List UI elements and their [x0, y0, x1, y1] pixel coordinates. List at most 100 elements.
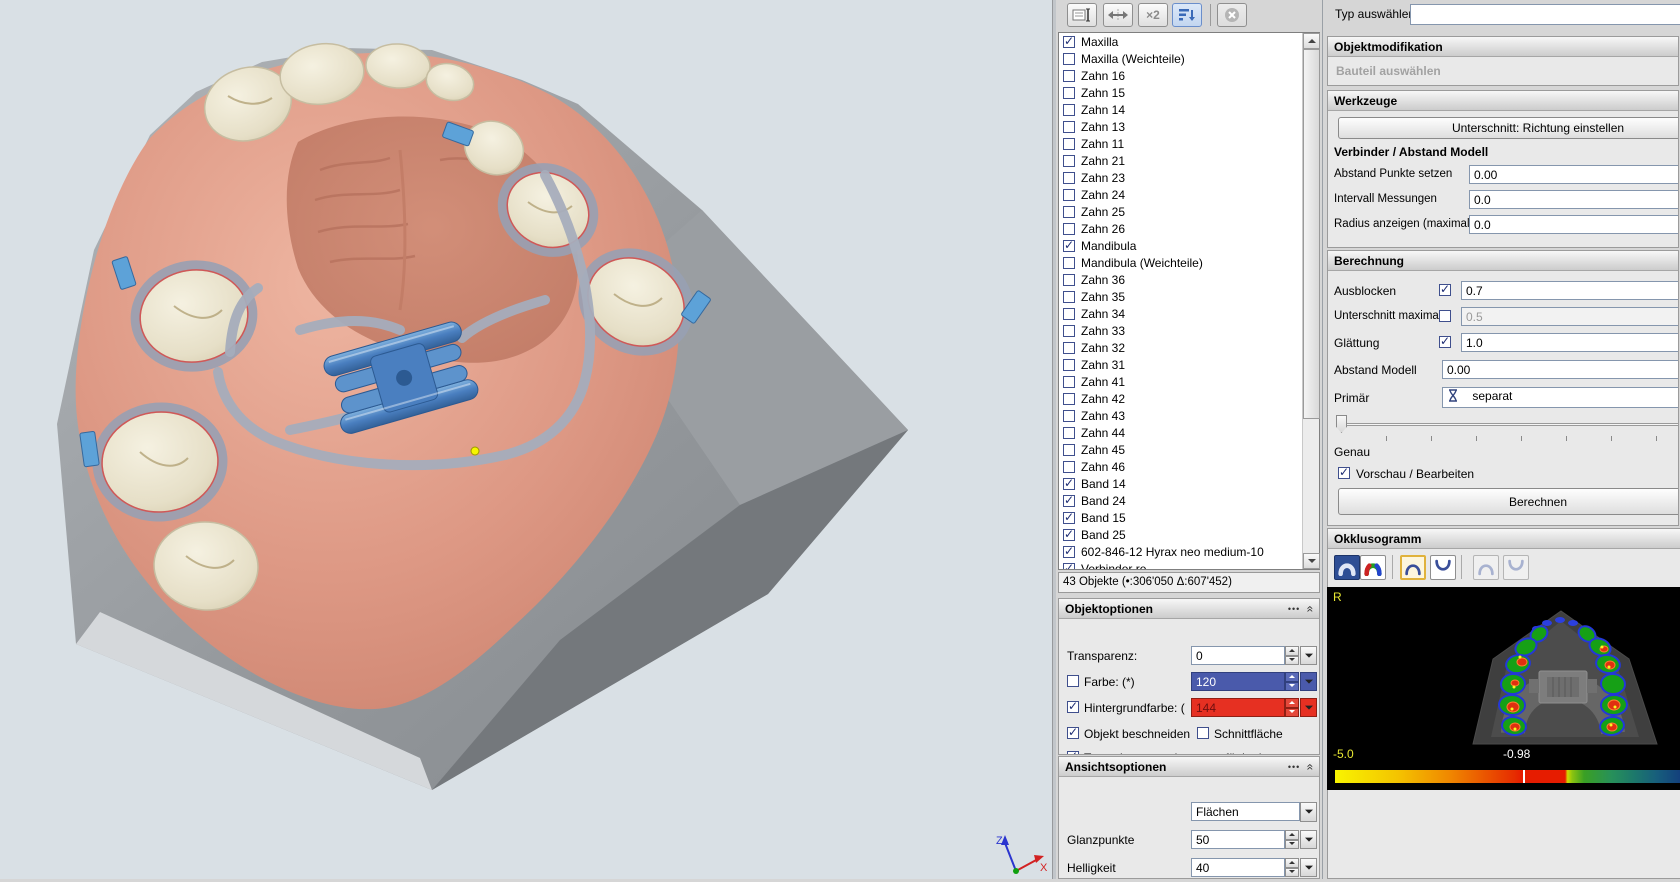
item-checkbox[interactable]: [1063, 104, 1075, 116]
helligkeit-dropdown[interactable]: [1300, 858, 1317, 877]
textur-checkbox[interactable]: [1067, 751, 1079, 755]
item-checkbox[interactable]: [1063, 529, 1075, 541]
hintergrundfarbe-spinner[interactable]: [1285, 698, 1299, 717]
hintergrundfarbe-checkbox[interactable]: [1067, 701, 1079, 713]
item-checkbox[interactable]: [1063, 53, 1075, 65]
item-checkbox[interactable]: [1063, 121, 1075, 133]
intervall-input[interactable]: [1469, 190, 1679, 209]
werkzeuge-header[interactable]: Werkzeuge: [1328, 91, 1678, 111]
berechnen-button[interactable]: Berechnen: [1338, 488, 1679, 515]
item-checkbox[interactable]: [1063, 512, 1075, 524]
collapse-icon[interactable]: «: [1304, 606, 1318, 613]
object-list[interactable]: MaxillaMaxilla (Weichteile)Zahn 16Zahn 1…: [1059, 33, 1302, 569]
list-item[interactable]: Mandibula (Weichteile): [1059, 254, 1302, 271]
panel-menu-icon[interactable]: •••: [1288, 762, 1300, 772]
transparenz-spinner[interactable]: [1285, 646, 1299, 665]
item-checkbox[interactable]: [1063, 189, 1075, 201]
hintergrundfarbe-input[interactable]: [1191, 698, 1285, 717]
darstellung-dropdown[interactable]: [1300, 802, 1317, 822]
list-item[interactable]: Zahn 14: [1059, 101, 1302, 118]
3d-viewport[interactable]: Z X: [0, 0, 1052, 879]
darstellung-select[interactable]: [1191, 802, 1300, 821]
list-item[interactable]: Zahn 15: [1059, 84, 1302, 101]
list-item[interactable]: Band 25: [1059, 526, 1302, 543]
item-checkbox[interactable]: [1063, 376, 1075, 388]
typ-input[interactable]: [1410, 4, 1680, 25]
list-item[interactable]: Zahn 43: [1059, 407, 1302, 424]
unterschnitt-maximal-checkbox[interactable]: [1439, 310, 1451, 322]
sort-button[interactable]: [1172, 3, 1202, 27]
arch-mandibula-outline-button[interactable]: [1430, 555, 1456, 580]
vorschau-checkbox[interactable]: [1338, 467, 1350, 479]
schnittflaeche-checkbox[interactable]: [1197, 727, 1209, 739]
mirror-button[interactable]: [1103, 3, 1133, 27]
ansichtsoptionen-header[interactable]: Ansichtsoptionen •••«: [1059, 757, 1319, 777]
list-item[interactable]: Zahn 11: [1059, 135, 1302, 152]
list-item[interactable]: Maxilla: [1059, 33, 1302, 50]
primaer-select[interactable]: separat: [1442, 387, 1679, 408]
item-checkbox[interactable]: [1063, 563, 1075, 570]
item-checkbox[interactable]: [1063, 223, 1075, 235]
scroll-down-button[interactable]: [1303, 553, 1320, 569]
item-checkbox[interactable]: [1063, 291, 1075, 303]
list-item[interactable]: Zahn 24: [1059, 186, 1302, 203]
list-item[interactable]: Zahn 26: [1059, 220, 1302, 237]
list-item[interactable]: Verbinder re: [1059, 560, 1302, 569]
panel-menu-icon[interactable]: •••: [1288, 604, 1300, 614]
glanzpunkte-input[interactable]: [1191, 830, 1285, 849]
list-item[interactable]: Zahn 44: [1059, 424, 1302, 441]
glaettung-input[interactable]: [1461, 333, 1679, 352]
helligkeit-input[interactable]: [1191, 858, 1285, 877]
item-checkbox[interactable]: [1063, 393, 1075, 405]
list-item[interactable]: Zahn 41: [1059, 373, 1302, 390]
list-item[interactable]: Band 15: [1059, 509, 1302, 526]
transparenz-input[interactable]: [1191, 646, 1285, 665]
list-scrollbar[interactable]: [1302, 33, 1319, 569]
x2-button[interactable]: ×2: [1138, 3, 1168, 27]
okklusogramm-header[interactable]: Okklusogramm: [1328, 529, 1680, 549]
list-item[interactable]: Zahn 33: [1059, 322, 1302, 339]
glaettung-checkbox[interactable]: [1439, 336, 1451, 348]
item-checkbox[interactable]: [1063, 444, 1075, 456]
item-checkbox[interactable]: [1063, 240, 1075, 252]
item-checkbox[interactable]: [1063, 138, 1075, 150]
list-item[interactable]: Zahn 36: [1059, 271, 1302, 288]
close-button[interactable]: [1217, 3, 1247, 27]
item-checkbox[interactable]: [1063, 36, 1075, 48]
item-checkbox[interactable]: [1063, 342, 1075, 354]
objektoptionen-header[interactable]: Objektoptionen •••«: [1059, 599, 1319, 619]
farbe-color-dropdown[interactable]: [1300, 672, 1317, 691]
list-item[interactable]: Maxilla (Weichteile): [1059, 50, 1302, 67]
scrollbar-thumb[interactable]: [1303, 49, 1320, 419]
collapse-icon[interactable]: «: [1304, 764, 1318, 771]
item-checkbox[interactable]: [1063, 274, 1075, 286]
list-item[interactable]: Zahn 25: [1059, 203, 1302, 220]
abstand-punkte-input[interactable]: [1469, 165, 1679, 184]
item-checkbox[interactable]: [1063, 257, 1075, 269]
ausblocken-input[interactable]: [1461, 281, 1679, 300]
item-checkbox[interactable]: [1063, 87, 1075, 99]
unterschnitt-maximal-input[interactable]: [1461, 307, 1679, 326]
objekt-beschneiden-checkbox[interactable]: [1067, 727, 1079, 739]
list-item[interactable]: Mandibula: [1059, 237, 1302, 254]
list-item[interactable]: Zahn 32: [1059, 339, 1302, 356]
glanzpunkte-dropdown[interactable]: [1300, 830, 1317, 849]
item-checkbox[interactable]: [1063, 206, 1075, 218]
arch-mandibula-disabled-button[interactable]: [1503, 555, 1529, 580]
rename-button[interactable]: [1067, 3, 1097, 27]
scroll-up-button[interactable]: [1303, 33, 1320, 49]
helligkeit-spinner[interactable]: [1285, 858, 1299, 877]
list-item[interactable]: Zahn 21: [1059, 152, 1302, 169]
item-checkbox[interactable]: [1063, 461, 1075, 473]
item-checkbox[interactable]: [1063, 410, 1075, 422]
list-item[interactable]: Zahn 31: [1059, 356, 1302, 373]
list-item[interactable]: Zahn 42: [1059, 390, 1302, 407]
item-checkbox[interactable]: [1063, 478, 1075, 490]
item-checkbox[interactable]: [1063, 70, 1075, 82]
item-checkbox[interactable]: [1063, 495, 1075, 507]
transparenz-dropdown[interactable]: [1300, 646, 1317, 665]
abstand-modell-input[interactable]: [1442, 360, 1679, 379]
farbe-spinner[interactable]: [1285, 672, 1299, 691]
list-item[interactable]: Zahn 45: [1059, 441, 1302, 458]
arch-maxilla-disabled-button[interactable]: [1473, 555, 1499, 580]
